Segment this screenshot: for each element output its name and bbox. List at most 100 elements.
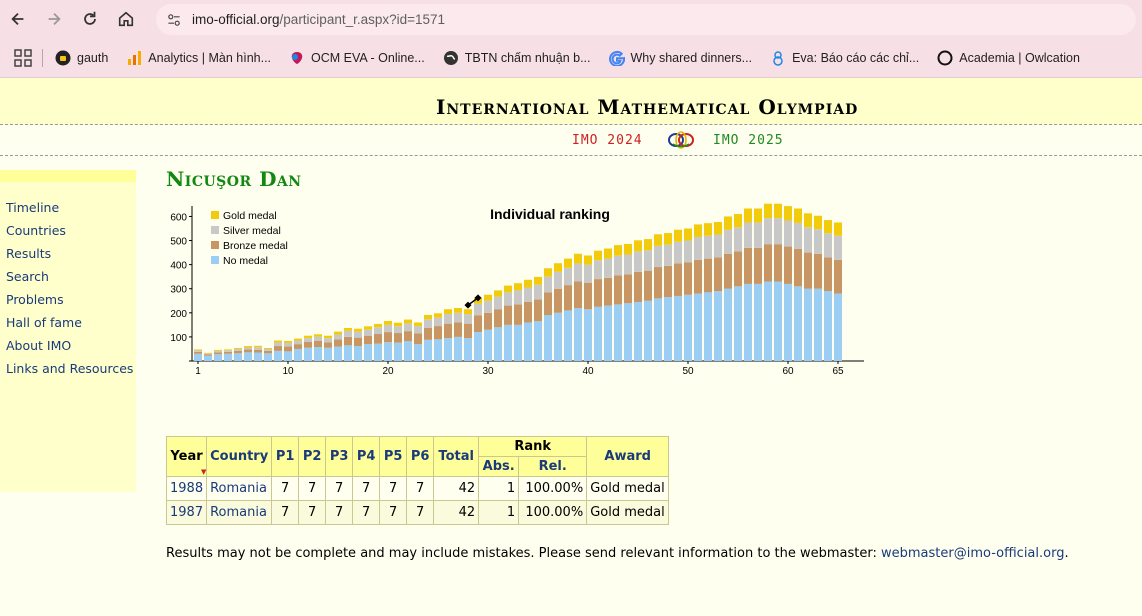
bar-silver-medal — [674, 241, 682, 264]
legend-label-no-medal: No medal — [223, 255, 268, 267]
col-rank-rel[interactable]: Rel. — [518, 456, 588, 477]
bar-silver-medal — [284, 342, 292, 347]
bar-bronze-medal — [594, 279, 602, 307]
bar-silver-medal — [374, 327, 382, 335]
bar-gold-medal — [684, 228, 692, 241]
bar-gold-medal — [354, 328, 362, 332]
webmaster-email-link[interactable]: webmaster@imo-official.org — [881, 546, 1064, 561]
sidebar-item-countries[interactable]: Countries — [6, 219, 136, 242]
cell-year[interactable]: 1987 — [165, 500, 208, 525]
bar-bronze-medal — [344, 336, 352, 346]
bar-silver-medal — [704, 235, 712, 259]
bar-silver-medal — [684, 240, 692, 263]
url-text: imo-official.org/participant_r.aspx?id=1… — [192, 12, 445, 27]
home-button[interactable] — [114, 7, 138, 31]
prev-imo-link[interactable]: IMO 2024 — [572, 133, 643, 148]
sidebar-item-links-resources[interactable]: Links and Resources — [6, 357, 136, 380]
bookmark-analytics[interactable]: Analytics | Màn hình... — [126, 50, 271, 66]
col-rank-abs[interactable]: Abs. — [478, 456, 520, 477]
bar-bronze-medal — [224, 351, 232, 354]
bar-gold-medal — [214, 349, 222, 351]
bar-no-medal — [254, 352, 262, 361]
site-title[interactable]: International Mathematical Olympiad — [436, 95, 858, 119]
sidebar-item-hall-of-fame[interactable]: Hall of fame — [6, 311, 136, 334]
bar-gold-medal — [614, 245, 622, 256]
bookmark-ocm-eva[interactable]: OCM EVA - Online... — [289, 50, 425, 66]
sidebar-item-problems[interactable]: Problems — [6, 288, 136, 311]
bar-bronze-medal — [564, 285, 572, 311]
bar-gold-medal — [294, 338, 302, 341]
bookmark-tbtn[interactable]: TBTN chấm nhuận b... — [443, 50, 591, 66]
col-year[interactable]: Year ▼ — [165, 436, 208, 477]
bar-bronze-medal — [214, 352, 222, 355]
address-bar[interactable]: imo-official.org/participant_r.aspx?id=1… — [156, 4, 1136, 35]
bar-bronze-medal — [524, 301, 532, 323]
bookmark-label: Analytics | Màn hình... — [148, 50, 272, 65]
col-p2[interactable]: P2 — [298, 436, 327, 477]
forward-button[interactable] — [42, 7, 66, 31]
cell-country[interactable]: Romania — [206, 500, 273, 525]
sidebar-item-about-imo[interactable]: About IMO — [6, 334, 136, 357]
col-award[interactable]: Award — [586, 436, 670, 477]
bar-gold-medal — [504, 285, 512, 293]
bar-bronze-medal — [814, 253, 822, 289]
bar-bronze-medal — [784, 246, 792, 284]
bar-bronze-medal — [314, 341, 322, 348]
bar-no-medal — [744, 283, 752, 361]
bookmarks-bar: gauth Analytics | Màn hình... OCM EVA - … — [0, 38, 1142, 78]
col-country[interactable]: Country — [206, 436, 273, 477]
cell-p3: 7 — [325, 476, 354, 501]
reload-button[interactable] — [78, 7, 102, 31]
apps-grid-icon[interactable] — [14, 48, 32, 67]
bar-no-medal — [264, 353, 272, 361]
sidebar-item-results[interactable]: Results — [6, 242, 136, 265]
cell-p2: 7 — [298, 476, 327, 501]
bar-silver-medal — [524, 287, 532, 302]
col-p3[interactable]: P3 — [325, 436, 354, 477]
bar-gold-medal — [444, 309, 452, 315]
bar-no-medal — [794, 286, 802, 361]
bookmark-why-shared[interactable]: Why shared dinners... — [608, 50, 752, 66]
bar-gold-medal — [644, 239, 652, 251]
bar-no-medal — [694, 293, 702, 361]
col-p6[interactable]: P6 — [406, 436, 435, 477]
bar-no-medal — [834, 293, 842, 361]
bar-silver-medal — [474, 303, 482, 316]
col-total[interactable]: Total — [433, 436, 480, 477]
legend-label-silver-medal: Silver medal — [223, 225, 281, 237]
cell-p4: 7 — [352, 500, 381, 525]
sidebar-item-timeline[interactable]: Timeline — [6, 196, 136, 219]
site-info-icon[interactable] — [164, 10, 184, 30]
bar-silver-medal — [594, 260, 602, 280]
bar-bronze-medal — [354, 337, 362, 347]
bar-bronze-medal — [674, 263, 682, 296]
bar-bronze-medal — [494, 309, 502, 328]
bar-gold-medal — [194, 349, 202, 351]
bar-silver-medal — [544, 276, 552, 293]
col-p5[interactable]: P5 — [379, 436, 408, 477]
bar-gold-medal — [824, 220, 832, 234]
bookmark-gauth[interactable]: gauth — [55, 50, 108, 66]
col-p4[interactable]: P4 — [352, 436, 381, 477]
bookmark-eva-report[interactable]: Eva: Báo cáo các chỉ... — [770, 50, 919, 66]
bar-bronze-medal — [254, 349, 262, 353]
back-button[interactable] — [6, 7, 30, 31]
bar-no-medal — [374, 343, 382, 361]
bar-no-medal — [204, 355, 212, 361]
cell-country[interactable]: Romania — [206, 476, 273, 501]
col-p1[interactable]: P1 — [271, 436, 300, 477]
forward-arrow-icon — [48, 12, 61, 26]
next-imo-link[interactable]: IMO 2025 — [713, 133, 784, 148]
bar-silver-medal — [404, 323, 412, 332]
bar-no-medal — [584, 309, 592, 361]
bar-silver-medal — [324, 338, 332, 343]
bar-bronze-medal — [554, 288, 562, 313]
cell-year[interactable]: 1988 — [165, 476, 208, 501]
bookmark-academia[interactable]: Academia | Owlcation — [937, 50, 1080, 66]
x-tick-label: 60 — [782, 366, 794, 377]
imo-logo-icon[interactable] — [667, 129, 695, 151]
sidebar-item-search[interactable]: Search — [6, 265, 136, 288]
bar-gold-medal — [234, 347, 242, 349]
bar-silver-medal — [394, 326, 402, 334]
bar-no-medal — [194, 353, 202, 361]
